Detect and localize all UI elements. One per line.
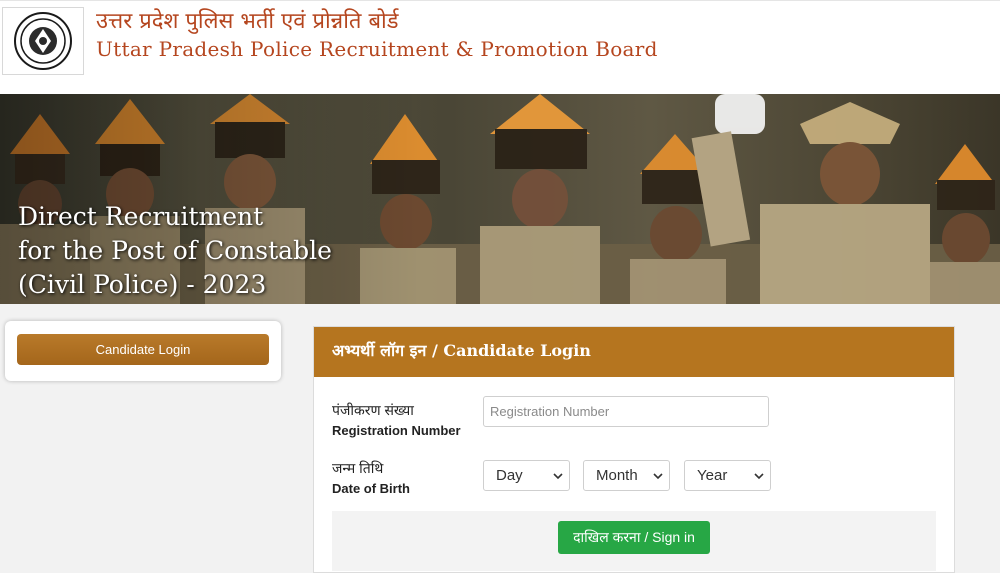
chevron-down-icon: [754, 473, 764, 480]
hero-banner: Direct Recruitment for the Post of Const…: [0, 94, 1000, 304]
chevron-down-icon: [553, 473, 563, 480]
banner-line-1: Direct Recruitment: [18, 202, 264, 231]
registration-label-english: Registration Number: [332, 423, 461, 438]
board-title-english: Uttar Pradesh Police Recruitment & Promo…: [96, 37, 658, 61]
dob-month-value: Month: [596, 467, 638, 484]
chevron-down-icon: [653, 473, 663, 480]
dob-month-select[interactable]: Month: [583, 460, 670, 491]
banner-heading: Direct Recruitment for the Post of Const…: [18, 200, 332, 302]
card-header: अभ्यर्थी लॉग इन / Candidate Login: [314, 327, 954, 377]
banner-line-2: for the Post of Constable: [18, 236, 332, 265]
side-menu-panel: Candidate Login: [5, 321, 281, 381]
dob-year-select[interactable]: Year: [684, 460, 771, 491]
site-header: उत्तर प्रदेश पुलिस भर्ती एवं प्रोन्नति ब…: [0, 0, 1000, 95]
dob-label-hindi: जन्म तिथि: [332, 460, 384, 476]
card-title: अभ्यर्थी लॉग इन / Candidate Login: [332, 341, 591, 360]
registration-number-input[interactable]: [483, 396, 769, 427]
dob-label-english: Date of Birth: [332, 481, 410, 496]
candidate-login-button[interactable]: Candidate Login: [17, 334, 269, 365]
dob-year-value: Year: [697, 467, 728, 484]
board-title-hindi: उत्तर प्रदेश पुलिस भर्ती एवं प्रोन्नति ब…: [96, 9, 399, 34]
dob-day-select[interactable]: Day: [483, 460, 570, 491]
submit-area: दाखिल करना / Sign in: [332, 511, 936, 571]
dob-day-value: Day: [496, 467, 523, 484]
up-police-emblem-icon: [2, 7, 84, 75]
candidate-login-card: अभ्यर्थी लॉग इन / Candidate Login पंजीकर…: [313, 326, 955, 573]
banner-line-3: (Civil Police) - 2023: [18, 270, 267, 299]
sign-in-button[interactable]: दाखिल करना / Sign in: [558, 521, 710, 554]
registration-label-hindi: पंजीकरण संख्या: [332, 402, 414, 418]
